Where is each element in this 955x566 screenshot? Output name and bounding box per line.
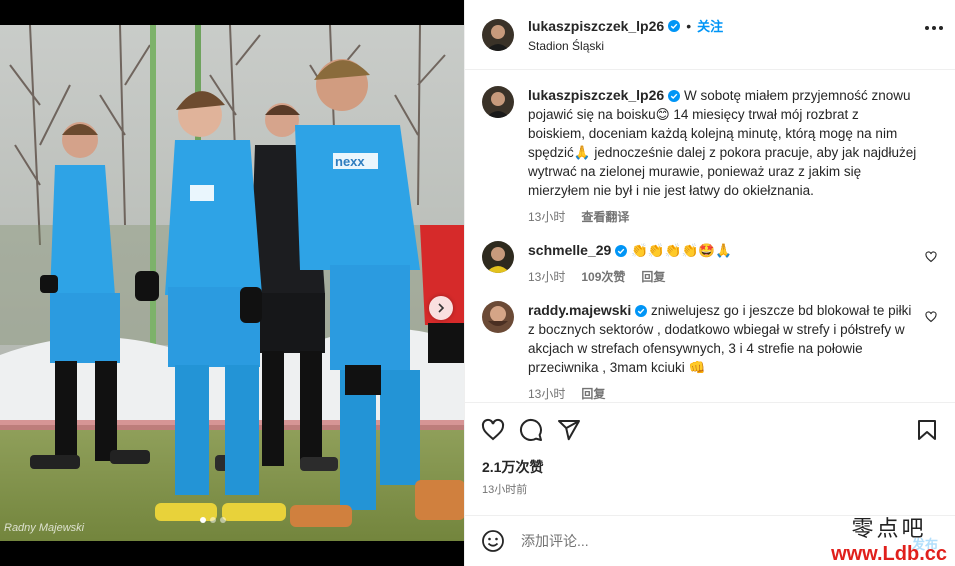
bookmark-icon[interactable]	[915, 418, 939, 442]
emoji-icon[interactable]	[481, 529, 505, 553]
photo-watermark: Radny Majewski	[4, 522, 85, 534]
post-photo: nexx Radny Majewski	[0, 25, 464, 541]
separator: •	[686, 17, 692, 34]
comment-composer: 添加评论... 发布	[465, 515, 955, 566]
comment-item: schmelle_29 👏👏👏👏🤩🙏 13小时 109次赞 回复	[482, 241, 939, 287]
comment-item: raddy.majewski zniwelujesz go i jeszcze …	[482, 301, 939, 402]
comment-likes[interactable]: 109次赞	[581, 268, 625, 287]
comments-list[interactable]: lukaszpiszczek_lp26 W sobotę miałem przy…	[465, 70, 955, 403]
caption-text: W sobotę miałem przyjemność znowu pojawi…	[528, 88, 917, 198]
caption-time[interactable]: 13小时	[528, 208, 565, 227]
post-location[interactable]: Stadion Śląski	[528, 39, 723, 53]
comment-username[interactable]: schmelle_29	[528, 242, 611, 258]
author-avatar[interactable]	[482, 18, 514, 51]
next-photo-button[interactable]	[429, 296, 453, 320]
jersey-sponsor: nexx	[335, 154, 365, 169]
author-username[interactable]: lukaszpiszczek_lp26	[528, 18, 664, 34]
reply-button[interactable]: 回复	[581, 385, 605, 402]
comment-text: 👏👏👏👏🤩🙏	[631, 243, 732, 258]
comment-heart-icon[interactable]	[925, 311, 937, 323]
commenter-avatar[interactable]	[482, 241, 514, 273]
comment-heart-icon[interactable]	[925, 251, 937, 263]
translate-button[interactable]: 查看翻译	[581, 208, 629, 227]
comment-input[interactable]: 添加评论...	[521, 531, 589, 551]
verified-icon	[615, 245, 628, 258]
author-avatar[interactable]	[482, 86, 514, 118]
avatar-image	[482, 241, 514, 273]
post-comment-button[interactable]: 发布	[912, 534, 938, 553]
follow-button[interactable]: 关注	[697, 16, 723, 35]
verified-icon	[635, 305, 648, 318]
comment-username[interactable]: raddy.majewski	[528, 302, 631, 318]
caption: lukaszpiszczek_lp26 W sobotę miałem przy…	[482, 86, 939, 227]
carousel-dot	[200, 517, 206, 523]
post-media[interactable]: nexx Radny Majewski	[0, 25, 464, 541]
share-icon[interactable]	[557, 418, 581, 442]
verified-icon	[668, 90, 681, 103]
reply-button[interactable]: 回复	[641, 268, 665, 287]
post-time[interactable]: 13小时前	[465, 477, 955, 497]
verified-icon	[668, 19, 681, 32]
carousel-dot	[220, 517, 226, 523]
chevron-right-icon	[438, 303, 445, 313]
avatar-image	[482, 301, 514, 333]
comment-time[interactable]: 13小时	[528, 268, 565, 287]
commenter-avatar[interactable]	[482, 301, 514, 333]
more-icon[interactable]	[925, 26, 943, 30]
post-header: lukaszpiszczek_lp26 • 关注 Stadion Śląski	[465, 0, 955, 70]
comment-icon[interactable]	[519, 418, 543, 442]
avatar-image	[482, 86, 514, 118]
post-details-panel: lukaszpiszczek_lp26 • 关注 Stadion Śląski	[464, 0, 955, 566]
action-bar	[465, 403, 955, 457]
comment-time[interactable]: 13小时	[528, 385, 565, 402]
carousel-indicator	[200, 517, 226, 523]
avatar-image	[482, 18, 514, 51]
carousel-dot	[210, 517, 216, 523]
likes-count[interactable]: 2.1万次赞	[465, 457, 955, 477]
heart-icon[interactable]	[481, 418, 505, 442]
caption-username[interactable]: lukaszpiszczek_lp26	[528, 87, 664, 103]
